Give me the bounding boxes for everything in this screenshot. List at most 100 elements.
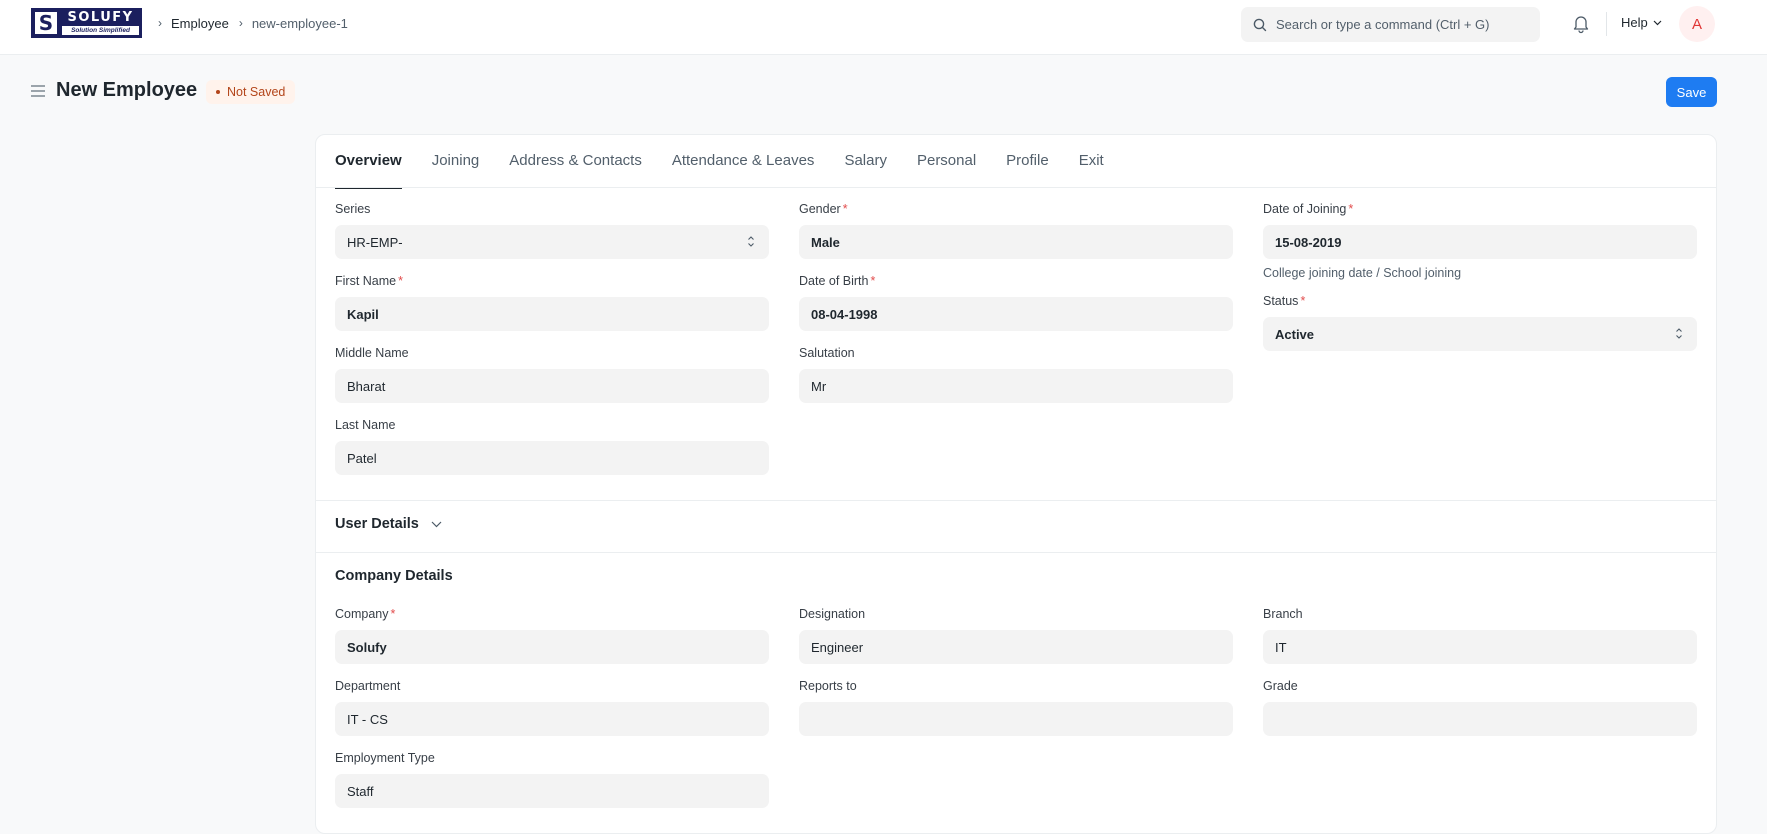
- tab-exit[interactable]: Exit: [1079, 135, 1104, 188]
- branch-control[interactable]: [1263, 630, 1697, 664]
- company-label: Company *: [335, 607, 396, 621]
- help-label: Help: [1621, 15, 1648, 30]
- middle-name-input[interactable]: [347, 378, 757, 394]
- date-of-birth-control[interactable]: [799, 297, 1233, 331]
- breadcrumb: › Employee › new-employee-1: [158, 14, 358, 32]
- last-name-control[interactable]: [335, 441, 769, 475]
- select-updown-icon: [748, 236, 754, 247]
- field-salutation: Salutation: [799, 346, 1233, 403]
- reports-to-control[interactable]: [799, 702, 1233, 736]
- salutation-control[interactable]: [799, 369, 1233, 403]
- help-dropdown[interactable]: Help: [1621, 15, 1662, 30]
- field-middle-name: Middle Name: [335, 346, 769, 403]
- required-marker: *: [390, 607, 396, 621]
- required-marker: *: [870, 274, 876, 288]
- first-name-control[interactable]: [335, 297, 769, 331]
- gender-control[interactable]: [799, 225, 1233, 259]
- overview-col-3: Date of Joining* College joining date / …: [1263, 202, 1697, 490]
- search-input[interactable]: [1276, 17, 1526, 32]
- field-employment-type: Employment Type: [335, 751, 769, 808]
- save-button[interactable]: Save: [1666, 77, 1717, 107]
- breadcrumb-employee[interactable]: Employee: [171, 16, 229, 31]
- status-input[interactable]: [1275, 326, 1685, 342]
- last-name-input[interactable]: [347, 450, 757, 466]
- employment-type-input[interactable]: [347, 783, 757, 799]
- tab-profile[interactable]: Profile: [1006, 135, 1049, 188]
- required-marker: *: [842, 202, 848, 216]
- date-of-joining-control[interactable]: [1263, 225, 1697, 259]
- logo-mark-letter: S: [35, 12, 57, 34]
- tab-overview[interactable]: Overview: [335, 135, 402, 189]
- section-divider: [316, 552, 1716, 553]
- user-details-title: User Details: [335, 516, 419, 532]
- designation-input[interactable]: [811, 639, 1221, 655]
- grade-label: Grade: [1263, 679, 1298, 693]
- department-label: Department: [335, 679, 401, 693]
- company-col-3: Branch Grade: [1263, 607, 1697, 823]
- series-label: Series: [335, 202, 371, 216]
- field-series: Series: [335, 202, 769, 259]
- date-of-birth-input[interactable]: [811, 306, 1221, 322]
- tab-address-contacts[interactable]: Address & Contacts: [509, 135, 642, 188]
- company-col-2: Designation Reports to: [799, 607, 1233, 823]
- date-of-joining-label: Date of Joining *: [1263, 202, 1354, 216]
- first-name-label: First Name *: [335, 274, 403, 288]
- field-company: Company *: [335, 607, 769, 664]
- salutation-input[interactable]: [811, 378, 1221, 394]
- select-updown-icon: [1676, 328, 1682, 339]
- employment-type-label: Employment Type: [335, 751, 435, 765]
- middle-name-control[interactable]: [335, 369, 769, 403]
- date-of-joining-help: College joining date / School joining: [1263, 266, 1462, 280]
- breadcrumb-current[interactable]: new-employee-1: [252, 16, 348, 31]
- logo-tagline: Solution Simplified: [62, 26, 139, 35]
- chevron-down-icon: [1653, 20, 1662, 25]
- solufy-logo[interactable]: S SOLUFY Solution Simplified: [31, 8, 142, 38]
- designation-control[interactable]: [799, 630, 1233, 664]
- employment-type-control[interactable]: [335, 774, 769, 808]
- field-date-of-birth: Date of Birth *: [799, 274, 1233, 331]
- branch-input[interactable]: [1275, 639, 1685, 655]
- overview-section: Series First Name* Middle Name Last Name: [335, 202, 1697, 490]
- field-date-of-joining: Date of Joining* College joining date / …: [1263, 202, 1697, 280]
- series-input[interactable]: [347, 234, 757, 250]
- grade-control[interactable]: [1263, 702, 1697, 736]
- field-status: Status *: [1263, 294, 1697, 351]
- tab-personal[interactable]: Personal: [917, 135, 976, 188]
- grade-input[interactable]: [1275, 711, 1685, 727]
- company-control[interactable]: [335, 630, 769, 664]
- tab-salary[interactable]: Salary: [844, 135, 887, 188]
- user-avatar[interactable]: A: [1679, 6, 1715, 42]
- user-details-toggle[interactable]: User Details: [335, 516, 442, 532]
- navbar-divider: [1606, 12, 1607, 36]
- first-name-input[interactable]: [347, 306, 757, 322]
- date-of-joining-input[interactable]: [1275, 234, 1685, 250]
- sidebar-toggle-icon[interactable]: [30, 84, 46, 98]
- chevron-right-icon: ›: [158, 16, 162, 30]
- department-control[interactable]: [335, 702, 769, 736]
- tab-attendance-leaves[interactable]: Attendance & Leaves: [672, 135, 815, 188]
- date-of-birth-label: Date of Birth *: [799, 274, 876, 288]
- company-input[interactable]: [347, 639, 757, 655]
- logo-word: SOLUFY: [67, 10, 134, 25]
- company-details-section: Company* Department Employment Type Desi…: [335, 607, 1697, 823]
- series-select[interactable]: [335, 225, 769, 259]
- section-divider: [316, 500, 1716, 501]
- chevron-down-icon: [431, 521, 442, 527]
- reports-to-input[interactable]: [811, 711, 1221, 727]
- field-first-name: First Name *: [335, 274, 769, 331]
- status-select[interactable]: [1263, 317, 1697, 351]
- gender-input[interactable]: [811, 234, 1221, 250]
- reports-to-label: Reports to: [799, 679, 857, 693]
- overview-col-2: Gender* Date of Birth* Salutation: [799, 202, 1233, 490]
- bell-icon[interactable]: [1572, 14, 1590, 34]
- field-designation: Designation: [799, 607, 1233, 664]
- required-marker: *: [1348, 202, 1354, 216]
- field-branch: Branch: [1263, 607, 1697, 664]
- field-gender: Gender *: [799, 202, 1233, 259]
- field-department: Department: [335, 679, 769, 736]
- department-input[interactable]: [347, 711, 757, 727]
- awesomebar[interactable]: [1241, 7, 1540, 42]
- overview-col-1: Series First Name* Middle Name Last Name: [335, 202, 769, 490]
- field-grade: Grade: [1263, 679, 1697, 736]
- tab-joining[interactable]: Joining: [432, 135, 480, 188]
